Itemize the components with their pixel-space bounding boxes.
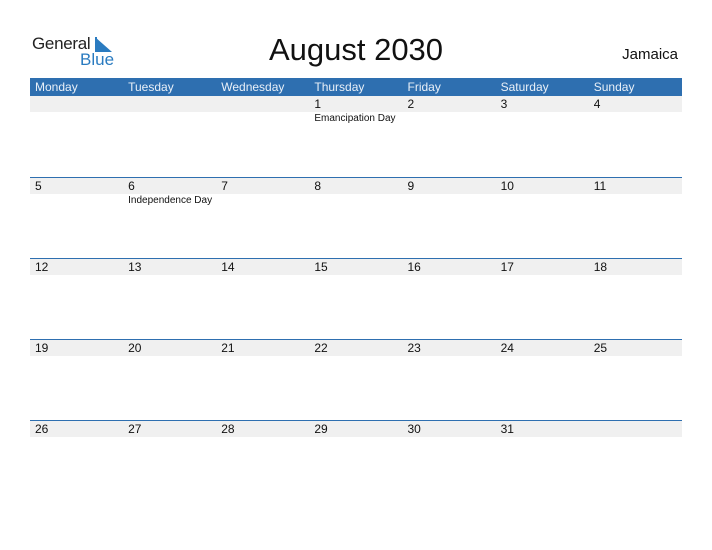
week-cells: 1 Emancipation Day 2 3 4 <box>30 96 682 166</box>
day-number: 21 <box>221 341 235 355</box>
day-number: 23 <box>407 341 421 355</box>
week-cells: 12 13 14 15 16 17 18 <box>30 259 682 329</box>
day-cell: 15 <box>309 259 402 329</box>
weekday-monday: Monday <box>35 80 78 94</box>
day-number: 13 <box>128 260 142 274</box>
day-cell: 1 Emancipation Day <box>309 96 402 166</box>
day-number: 30 <box>407 422 421 436</box>
day-cell: 10 <box>496 178 589 248</box>
day-cell: 29 <box>309 421 402 491</box>
day-number: 6 <box>128 179 135 193</box>
week-row: 26 27 28 29 30 31 <box>30 420 682 501</box>
holiday-label: Emancipation Day <box>314 113 396 124</box>
day-number: 11 <box>593 179 607 193</box>
day-number: 8 <box>314 179 322 193</box>
day-cell: 27 <box>123 421 216 491</box>
weekday-thursday: Thursday <box>314 80 365 94</box>
weekday-header: Monday Tuesday Wednesday Thursday Friday… <box>30 78 682 96</box>
day-cell: 7 <box>216 178 309 248</box>
week-cells: 26 27 28 29 30 31 <box>30 421 682 491</box>
day-number: 29 <box>314 422 328 436</box>
day-cell: 3 <box>496 96 589 166</box>
day-cell: 4 <box>589 96 682 166</box>
day-cell: 21 <box>216 340 309 410</box>
week-cells: 19 20 21 22 23 24 25 <box>30 340 682 410</box>
day-cell: 28 <box>216 421 309 491</box>
day-number: 3 <box>500 97 508 111</box>
day-number: 16 <box>407 260 421 274</box>
day-number: 20 <box>128 341 142 355</box>
day-number: 14 <box>221 260 235 274</box>
day-number: 17 <box>500 260 514 274</box>
day-cell: 23 <box>403 340 496 410</box>
weekday-wednesday: Wednesday <box>221 80 285 94</box>
day-number: 24 <box>500 341 514 355</box>
day-cell: 9 <box>403 178 496 248</box>
day-cell: 25 <box>589 340 682 410</box>
day-number: 4 <box>593 97 601 111</box>
day-cell: 18 <box>589 259 682 329</box>
day-number: 7 <box>221 179 228 193</box>
day-number: 10 <box>500 179 514 193</box>
day-number: 9 <box>407 179 415 193</box>
day-number: 5 <box>35 179 42 193</box>
day-number: 2 <box>407 97 415 111</box>
day-number: 1 <box>314 97 322 111</box>
weekday-friday: Friday <box>407 80 441 94</box>
day-cell: 19 <box>30 340 123 410</box>
day-number <box>594 421 682 437</box>
page-title: August 2030 <box>268 32 444 67</box>
day-number: 18 <box>593 260 608 274</box>
day-number: 22 <box>314 341 328 355</box>
day-number: 12 <box>35 260 49 274</box>
day-cell: 12 <box>30 259 123 329</box>
day-cell: 2 <box>403 96 496 166</box>
week-row: 12 13 14 15 16 17 18 <box>30 258 682 339</box>
day-cell: 26 <box>30 421 123 491</box>
week-cells: 5 6 Independence Day 7 8 9 10 11 <box>30 178 682 248</box>
day-cell: 30 <box>403 421 496 491</box>
day-number: 19 <box>35 341 49 355</box>
day-number: 28 <box>221 422 235 436</box>
day-number <box>35 96 123 112</box>
day-number: 25 <box>593 341 608 355</box>
day-cell: 6 Independence Day <box>123 178 216 248</box>
day-cell: 31 <box>496 421 589 491</box>
week-row: 19 20 21 22 23 24 25 <box>30 339 682 420</box>
day-number: 15 <box>314 260 328 274</box>
holiday-label: Independence Day <box>128 195 213 206</box>
weekday-sunday: Sunday <box>593 80 635 94</box>
day-cell: 11 <box>589 178 682 248</box>
weekday-saturday: Saturday <box>500 80 549 94</box>
day-number <box>128 96 216 112</box>
day-cell <box>30 96 123 166</box>
week-row: 1 Emancipation Day 2 3 4 <box>30 95 682 176</box>
day-cell: 16 <box>403 259 496 329</box>
weekday-tuesday: Tuesday <box>128 80 174 94</box>
day-number: 27 <box>128 422 142 436</box>
day-cell: 14 <box>216 259 309 329</box>
country-label: Jamaica <box>622 46 678 63</box>
day-cell: 20 <box>123 340 216 410</box>
week-row: 5 6 Independence Day 7 8 9 10 11 <box>30 177 682 258</box>
day-cell: 5 <box>30 178 123 248</box>
day-cell: 17 <box>496 259 589 329</box>
day-cell: 13 <box>123 259 216 329</box>
day-number <box>221 96 309 112</box>
day-cell: 8 <box>309 178 402 248</box>
day-number: 26 <box>35 422 49 436</box>
day-cell: 24 <box>496 340 589 410</box>
day-cell <box>123 96 216 166</box>
day-cell <box>216 96 309 166</box>
day-cell <box>589 421 682 491</box>
day-number: 31 <box>500 422 514 436</box>
day-cell: 22 <box>309 340 402 410</box>
